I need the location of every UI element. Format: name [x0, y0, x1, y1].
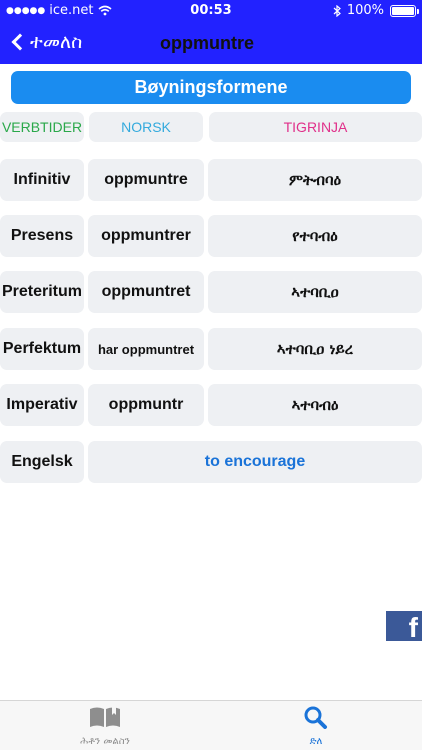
tab-search[interactable]: ድለ: [256, 705, 376, 747]
tense-cell: Preteritum: [0, 271, 84, 313]
tigrinja-cell: ምትብባዕ: [208, 159, 422, 201]
column-header-verbtider[interactable]: VERBTIDER: [0, 112, 84, 142]
chevron-left-icon: [11, 33, 29, 51]
status-bar: ●●●●● ice.net 00:53 100%: [0, 0, 422, 22]
facebook-share-button[interactable]: f: [386, 611, 422, 641]
tense-cell: Imperativ: [0, 384, 84, 426]
tab-label: ድለ: [309, 736, 323, 747]
bluetooth-icon: [333, 4, 341, 17]
column-header-tigrinja[interactable]: TIGRINJA: [209, 112, 422, 142]
back-button[interactable]: ተመለስ: [10, 31, 82, 53]
tigrinja-cell: የተባብዕ: [208, 215, 422, 257]
conjugation-forms-button[interactable]: Bøyningsformene: [11, 71, 411, 104]
norsk-cell: oppmuntrer: [88, 215, 204, 257]
tigrinja-cell: ኣተባቢዐ: [208, 271, 422, 313]
english-translation: to encourage: [88, 441, 422, 483]
norsk-cell: oppmuntret: [88, 271, 204, 313]
search-icon: [304, 706, 327, 729]
norsk-cell: oppmuntre: [88, 159, 204, 201]
battery-percent: 100%: [346, 3, 384, 18]
tense-cell: Presens: [0, 215, 84, 257]
norsk-cell: oppmuntr: [88, 384, 204, 426]
engelsk-label: Engelsk: [0, 441, 84, 483]
back-label: ተመለስ: [30, 31, 83, 53]
page-title: oppmuntre: [160, 33, 254, 53]
tab-questions-answers[interactable]: ሕቶን መልስን: [45, 705, 165, 747]
tab-bar: ሕቶን መልስን ድለ: [0, 700, 422, 750]
status-right: 100%: [333, 3, 419, 18]
top-bar: ●●●●● ice.net 00:53 100% ተመለስ oppmuntre: [0, 0, 422, 64]
tigrinja-cell: ኣተባብዕ: [208, 384, 422, 426]
navigation-bar: ተመለስ oppmuntre: [0, 22, 422, 64]
battery-icon: [390, 4, 419, 17]
tense-cell: Infinitiv: [0, 159, 84, 201]
book-icon: [90, 707, 120, 727]
norsk-cell: har oppmuntret: [88, 328, 204, 370]
column-header-norsk[interactable]: NORSK: [89, 112, 203, 142]
tense-cell: Perfektum: [0, 328, 84, 370]
tab-label: ሕቶን መልስን: [80, 736, 130, 747]
tigrinja-cell: ኣተባቢዐ ነይረ: [208, 328, 422, 370]
facebook-icon: f: [408, 612, 418, 641]
